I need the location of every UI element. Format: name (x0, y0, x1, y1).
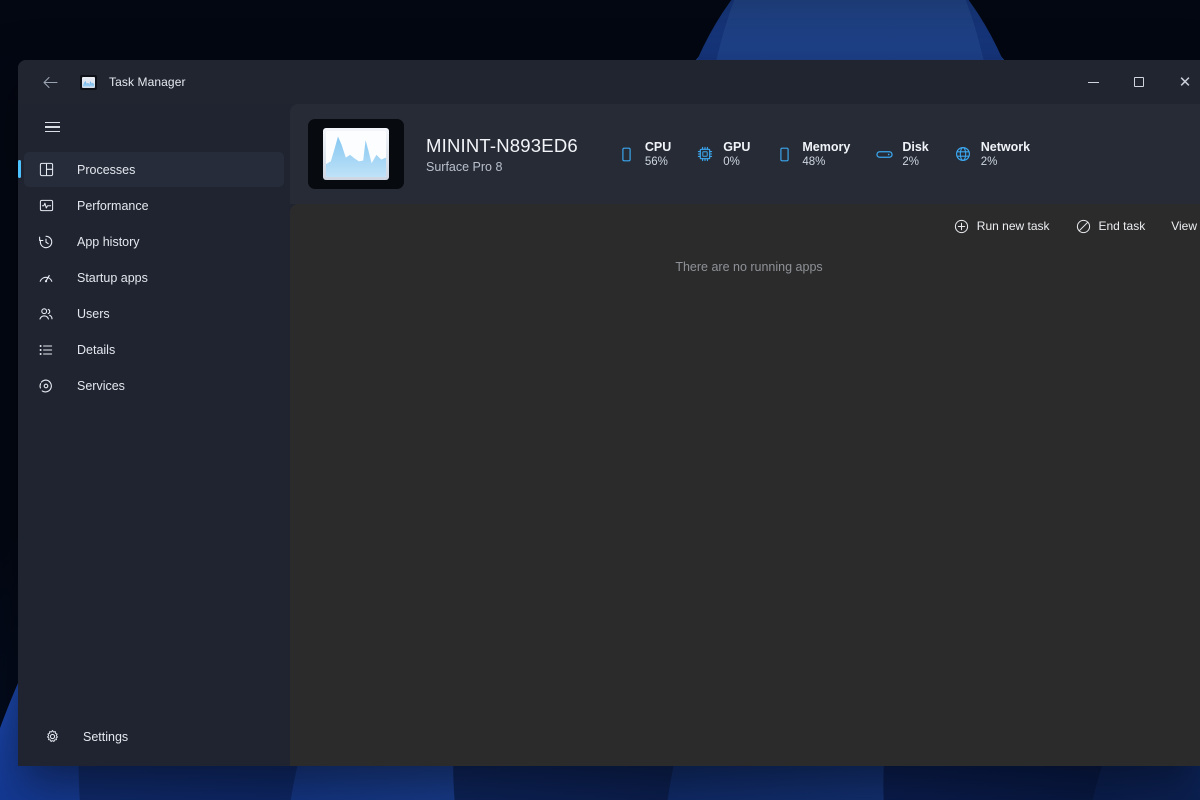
processes-icon (34, 161, 58, 179)
performance-icon (34, 197, 58, 215)
task-manager-window: Task Manager ✕ (18, 60, 1200, 766)
stat-network[interactable]: Network 2% (954, 140, 1030, 168)
performance-graph-thumbnail (308, 119, 404, 189)
services-icon (34, 377, 58, 395)
stat-label: Network (981, 140, 1030, 154)
stat-value: 56% (645, 156, 671, 168)
details-icon (34, 341, 58, 359)
processes-toolbar: Run new task End task (290, 204, 1200, 248)
sidebar-item-services[interactable]: Services (24, 368, 284, 403)
run-new-task-button[interactable]: Run new task (943, 211, 1061, 241)
sidebar-item-startup-apps[interactable]: Startup apps (24, 260, 284, 295)
processes-panel: Run new task End task (290, 204, 1200, 766)
back-arrow-icon (43, 76, 58, 89)
sidebar-item-label: Startup apps (77, 271, 148, 285)
stat-memory[interactable]: Memory 48% (775, 140, 850, 168)
sidebar-item-label: Processes (77, 163, 135, 177)
stat-label: Disk (902, 140, 928, 154)
stat-cpu[interactable]: CPU 56% (618, 140, 671, 168)
sidebar-item-app-history[interactable]: App history (24, 224, 284, 259)
task-manager-icon (80, 75, 97, 90)
title-bar: Task Manager ✕ (18, 60, 1200, 104)
sidebar-item-label: Services (77, 379, 125, 393)
sidebar-item-details[interactable]: Details (24, 332, 284, 367)
device-info: MININT-N893ED6 Surface Pro 8 (426, 135, 578, 174)
gear-icon (40, 728, 64, 746)
history-icon (34, 233, 58, 251)
stat-value: 2% (902, 156, 928, 168)
resource-stats: CPU 56% (618, 140, 1030, 168)
sidebar-item-label: Details (77, 343, 115, 357)
stat-value: 48% (802, 156, 850, 168)
empty-state-message: There are no running apps (675, 260, 822, 766)
end-task-button[interactable]: End task (1065, 211, 1157, 241)
sidebar-item-settings[interactable]: Settings (24, 719, 284, 754)
desktop-background: Task Manager ✕ (0, 0, 1200, 800)
end-task-label: End task (1099, 219, 1146, 233)
hamburger-menu-icon[interactable] (32, 110, 72, 144)
sidebar-item-label: App history (77, 235, 140, 249)
sidebar-item-performance[interactable]: Performance (24, 188, 284, 223)
settings-label: Settings (83, 730, 128, 744)
users-icon (34, 305, 58, 323)
gpu-icon (696, 146, 714, 162)
performance-summary-header: MININT-N893ED6 Surface Pro 8 CPU (290, 104, 1200, 204)
device-name: MININT-N893ED6 (426, 135, 578, 157)
window-controls: ✕ (1070, 60, 1200, 104)
back-button[interactable] (32, 66, 68, 98)
stat-label: CPU (645, 140, 671, 154)
sidebar-item-label: Performance (77, 199, 149, 213)
close-button[interactable]: ✕ (1162, 60, 1200, 104)
maximize-button[interactable] (1116, 60, 1162, 104)
stat-value: 0% (723, 156, 750, 168)
stat-label: GPU (723, 140, 750, 154)
view-label: View (1171, 219, 1197, 233)
device-model: Surface Pro 8 (426, 160, 578, 174)
stat-gpu[interactable]: GPU 0% (696, 140, 750, 168)
view-button[interactable]: View (1160, 211, 1200, 241)
prohibited-circle-icon (1076, 219, 1091, 234)
window-body: Processes Performance (18, 104, 1200, 766)
minimize-button[interactable] (1070, 60, 1116, 104)
content-area: MININT-N893ED6 Surface Pro 8 CPU (290, 104, 1200, 766)
network-icon (954, 146, 972, 162)
process-list-empty-state: There are no running apps (290, 248, 1200, 766)
sidebar: Processes Performance (18, 104, 290, 766)
disk-icon (875, 149, 893, 160)
sidebar-nav: Processes Performance (18, 152, 290, 403)
sidebar-item-users[interactable]: Users (24, 296, 284, 331)
stat-disk[interactable]: Disk 2% (875, 140, 928, 168)
stat-value: 2% (981, 156, 1030, 168)
sidebar-spacer (18, 403, 290, 719)
window-title: Task Manager (109, 75, 186, 89)
cpu-icon (618, 147, 636, 162)
startup-apps-icon (34, 269, 58, 287)
monitor-graphic (323, 128, 389, 180)
run-new-task-label: Run new task (977, 219, 1050, 233)
memory-icon (775, 147, 793, 162)
sidebar-item-label: Users (77, 307, 110, 321)
sidebar-item-processes[interactable]: Processes (24, 152, 284, 187)
plus-circle-icon (954, 219, 969, 234)
stat-label: Memory (802, 140, 850, 154)
